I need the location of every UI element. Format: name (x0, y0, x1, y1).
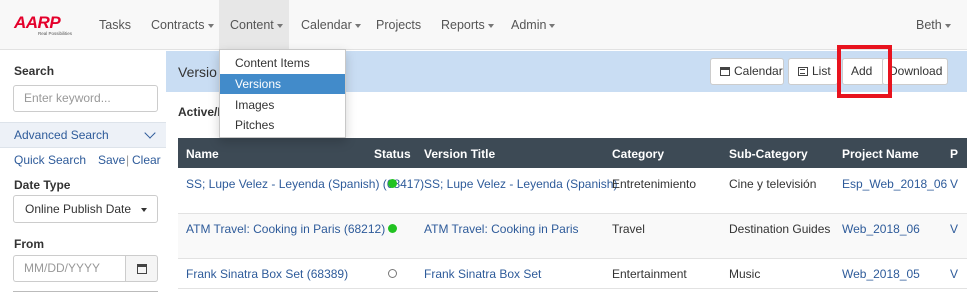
calendar-button-label: Calendar (734, 64, 783, 78)
status-active-icon (388, 224, 397, 233)
column-header-version-title[interactable]: Version Title (424, 147, 495, 161)
calendar-view-button[interactable]: Calendar (710, 58, 784, 85)
menu-item-images[interactable]: Images (220, 95, 345, 115)
row-extra-link[interactable]: V (950, 221, 958, 237)
logo-text: AARP (14, 13, 61, 32)
content-dropdown-menu: Content Items Versions Images Pitches (219, 49, 346, 138)
chevron-down-icon (487, 23, 494, 28)
chevron-down-icon (276, 23, 283, 28)
nav-content[interactable]: Content (219, 0, 289, 50)
active-filter-label: Active/I (178, 105, 221, 119)
advanced-search-label: Advanced Search (14, 128, 109, 142)
list-button-label: List (812, 64, 831, 78)
menu-item-pitches[interactable]: Pitches (220, 115, 345, 135)
user-name: Beth (916, 18, 942, 32)
from-date-picker-button[interactable] (125, 255, 158, 282)
column-header-name[interactable]: Name (186, 147, 219, 161)
nav-admin-label: Admin (511, 18, 547, 32)
column-header-partial[interactable]: P (950, 147, 958, 161)
row-sub-category: Music (729, 267, 761, 281)
status-active-icon (388, 179, 397, 188)
chevron-down-icon (144, 127, 156, 139)
row-sub-category: Cine y televisión (729, 177, 817, 191)
nav-reports[interactable]: Reports (441, 0, 494, 50)
nav-calendar[interactable]: Calendar (301, 0, 361, 50)
row-version-title-link[interactable]: SS; Lupe Velez - Leyenda (Spanish) (424, 176, 617, 192)
nav-admin[interactable]: Admin (511, 0, 556, 50)
row-category: Entretenimiento (612, 177, 697, 191)
chevron-down-icon (944, 23, 951, 28)
row-category: Travel (612, 222, 645, 236)
nav-contracts[interactable]: Contracts (151, 0, 214, 50)
table-row[interactable]: Frank Sinatra Box Set (68389) Frank Sina… (178, 259, 967, 289)
menu-item-versions[interactable]: Versions (220, 74, 345, 94)
logo-tagline: Real Possibilities (38, 31, 73, 36)
versions-table-header: Name Status Version Title Category Sub-C… (178, 138, 967, 168)
table-row[interactable]: SS; Lupe Velez - Leyenda (Spanish) (6841… (178, 168, 967, 214)
row-extra-link[interactable]: V (950, 266, 958, 282)
date-type-value: Online Publish Date (25, 202, 132, 216)
page-title: Versio (178, 64, 217, 80)
advanced-search-toggle[interactable]: Advanced Search (0, 122, 166, 148)
column-header-status[interactable]: Status (374, 147, 411, 161)
save-link[interactable]: Save (98, 153, 125, 167)
row-version-title-link[interactable]: ATM Travel: Cooking in Paris (424, 221, 604, 237)
table-row[interactable]: ATM Travel: Cooking in Paris (68212) ATM… (178, 214, 967, 259)
calendar-icon (137, 264, 147, 274)
nav-tasks[interactable]: Tasks (99, 0, 131, 50)
from-label: From (14, 237, 44, 251)
row-version-title-link[interactable]: Frank Sinatra Box Set (424, 266, 541, 282)
clear-link[interactable]: Clear (132, 153, 161, 167)
chevron-down-icon (354, 23, 361, 28)
row-name-link[interactable]: ATM Travel: Cooking in Paris (68212) (186, 221, 385, 237)
calendar-icon (720, 67, 730, 76)
download-button-label: Download (889, 64, 943, 78)
list-icon (798, 67, 808, 76)
row-name-link[interactable]: SS; Lupe Velez - Leyenda (Spanish) (6841… (186, 176, 424, 192)
nav-contracts-label: Contracts (151, 18, 205, 32)
aarp-logo[interactable]: AARP Real Possibilities (14, 13, 84, 39)
nav-projects[interactable]: Projects (376, 0, 421, 50)
row-sub-category: Destination Guides (729, 222, 831, 236)
row-category: Entertainment (612, 267, 687, 281)
search-label: Search (14, 64, 55, 78)
quick-search-link[interactable]: Quick Search (14, 153, 86, 167)
column-header-sub-category[interactable]: Sub-Category (729, 147, 808, 161)
row-project-link[interactable]: Esp_Web_2018_06 (842, 176, 947, 192)
status-inactive-icon (388, 269, 397, 278)
chevron-down-icon (207, 23, 214, 28)
date-type-label: Date Type (14, 178, 71, 192)
chevron-down-icon (141, 208, 147, 212)
date-type-select[interactable]: Online Publish Date (13, 195, 158, 223)
user-menu[interactable]: Beth (916, 0, 951, 50)
nav-reports-label: Reports (441, 18, 485, 32)
list-view-button[interactable]: List (788, 58, 838, 85)
nav-calendar-label: Calendar (301, 18, 352, 32)
from-date-input[interactable]: MM/DD/YYYY (13, 255, 125, 282)
menu-item-content-items[interactable]: Content Items (220, 53, 345, 73)
link-separator: | (126, 153, 130, 167)
row-project-link[interactable]: Web_2018_05 (842, 266, 920, 282)
nav-tasks-label: Tasks (99, 18, 131, 32)
nav-content-label: Content (230, 18, 274, 32)
row-name-link[interactable]: Frank Sinatra Box Set (68389) (186, 266, 366, 282)
top-navbar: AARP Real Possibilities Tasks Contracts … (0, 0, 967, 50)
column-header-category[interactable]: Category (612, 147, 664, 161)
search-input[interactable]: Enter keyword... (13, 85, 158, 112)
add-button-highlight (837, 45, 892, 98)
column-header-project-name[interactable]: Project Name (842, 147, 919, 161)
nav-projects-label: Projects (376, 18, 422, 32)
next-field-edge (13, 291, 158, 295)
row-extra-link[interactable]: V (950, 176, 958, 192)
chevron-down-icon (549, 23, 556, 28)
row-project-link[interactable]: Web_2018_06 (842, 221, 920, 237)
search-sidebar: Search Enter keyword... Advanced Search … (0, 51, 166, 297)
